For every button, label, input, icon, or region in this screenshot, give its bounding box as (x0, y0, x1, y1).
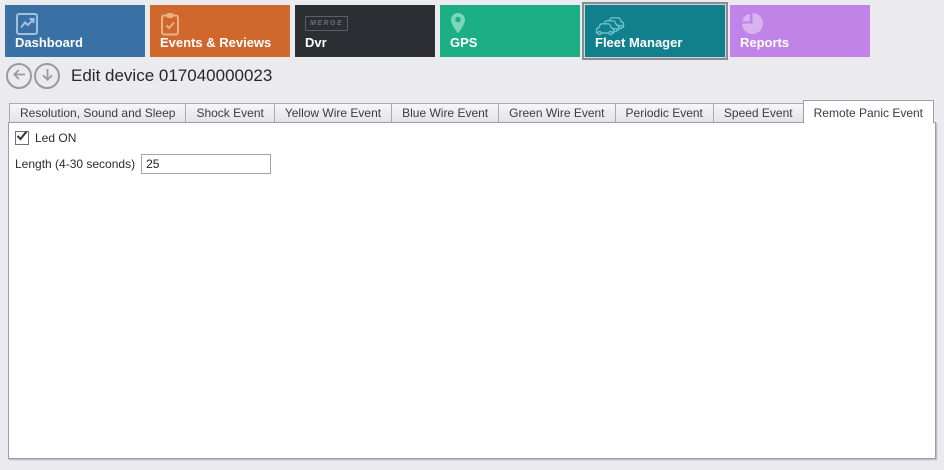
scroll-down-button[interactable] (34, 63, 60, 89)
nav-tile-events-reviews[interactable]: Events & Reviews (150, 5, 290, 57)
led-on-checkbox-row[interactable]: Led ON (15, 131, 76, 145)
tab-strip: Resolution, Sound and Sleep Shock Event … (9, 100, 934, 123)
nav-tile-label: Reports (740, 35, 789, 50)
arrow-down-icon (40, 67, 55, 85)
nav-tile-fleet-manager[interactable]: Fleet Manager (585, 5, 725, 57)
tab-shock-event[interactable]: Shock Event (185, 103, 274, 123)
nav-tile-label: Dashboard (15, 35, 83, 50)
nav-tile-label: Events & Reviews (160, 35, 271, 50)
tab-resolution-sound-sleep[interactable]: Resolution, Sound and Sleep (9, 103, 186, 123)
nav-tile-dashboard[interactable]: Dashboard (5, 5, 145, 57)
nav-tile-dvr[interactable]: MERGE Dvr (295, 5, 435, 57)
nav-tile-label: Fleet Manager (595, 35, 682, 50)
tab-yellow-wire-event[interactable]: Yellow Wire Event (274, 103, 392, 123)
tab-speed-event[interactable]: Speed Event (713, 103, 804, 123)
header: Edit device 017040000023 (6, 63, 272, 89)
nav-tile-gps[interactable]: GPS (440, 5, 580, 57)
led-on-checkbox[interactable] (15, 131, 29, 145)
remote-panic-event-panel: Led ON Length (4-30 seconds) (8, 122, 936, 459)
nav-tile-label: Dvr (305, 35, 327, 50)
nav-tile-reports[interactable]: Reports (730, 5, 870, 57)
tab-green-wire-event[interactable]: Green Wire Event (498, 103, 615, 123)
length-field-row: Length (4-30 seconds) (15, 154, 271, 174)
back-button[interactable] (6, 63, 32, 89)
tab-remote-panic-event[interactable]: Remote Panic Event (803, 100, 934, 123)
checkmark-icon (16, 129, 28, 147)
tab-blue-wire-event[interactable]: Blue Wire Event (391, 103, 499, 123)
merge-logo-icon: MERGE (305, 12, 348, 31)
length-field-label: Length (4-30 seconds) (15, 157, 135, 171)
length-input[interactable] (141, 154, 271, 174)
top-nav: Dashboard Events & Reviews MERGE Dvr GPS (5, 5, 870, 57)
arrow-left-icon (12, 67, 27, 85)
page-title: Edit device 017040000023 (71, 66, 272, 86)
tab-periodic-event[interactable]: Periodic Event (615, 103, 714, 123)
nav-tile-label: GPS (450, 35, 477, 50)
led-on-label: Led ON (35, 131, 76, 145)
